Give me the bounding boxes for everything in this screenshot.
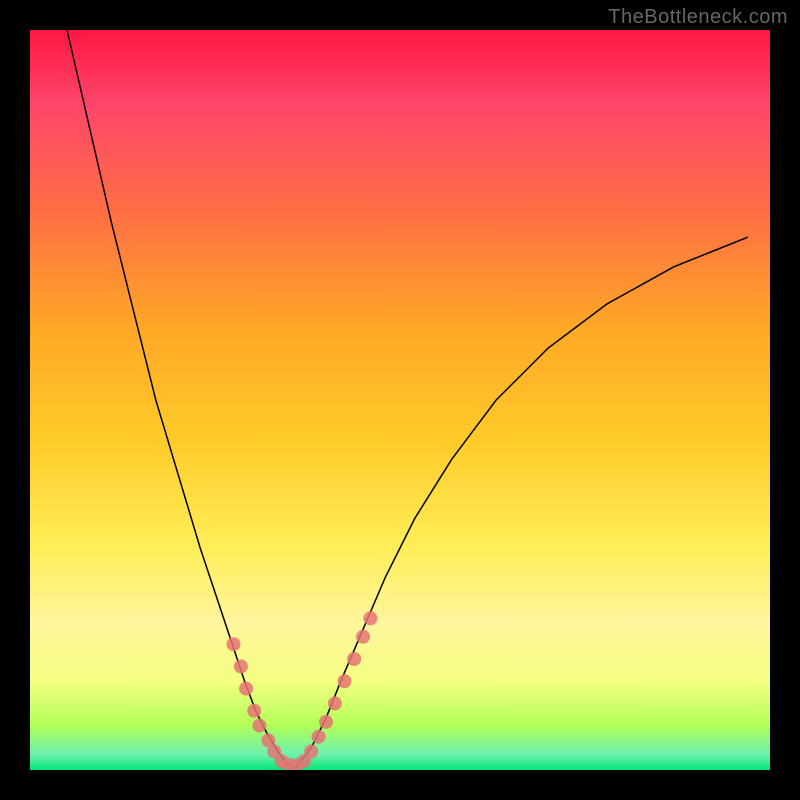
chart-frame: TheBottleneck.com [0,0,800,800]
watermark-text: TheBottleneck.com [608,6,788,29]
data-marker [338,674,352,688]
data-marker [347,652,361,666]
left-curve [67,30,289,766]
data-marker [239,682,253,696]
marker-group [227,611,378,770]
curve-layer [30,30,770,770]
data-marker [304,745,318,759]
plot-area [30,30,770,770]
data-marker [312,730,326,744]
data-marker [328,696,342,710]
data-marker [234,659,248,673]
data-marker [356,630,370,644]
data-marker [227,637,241,651]
data-marker [252,719,266,733]
data-marker [247,704,261,718]
data-marker [363,611,377,625]
right-curve [296,237,747,766]
data-marker [319,715,333,729]
